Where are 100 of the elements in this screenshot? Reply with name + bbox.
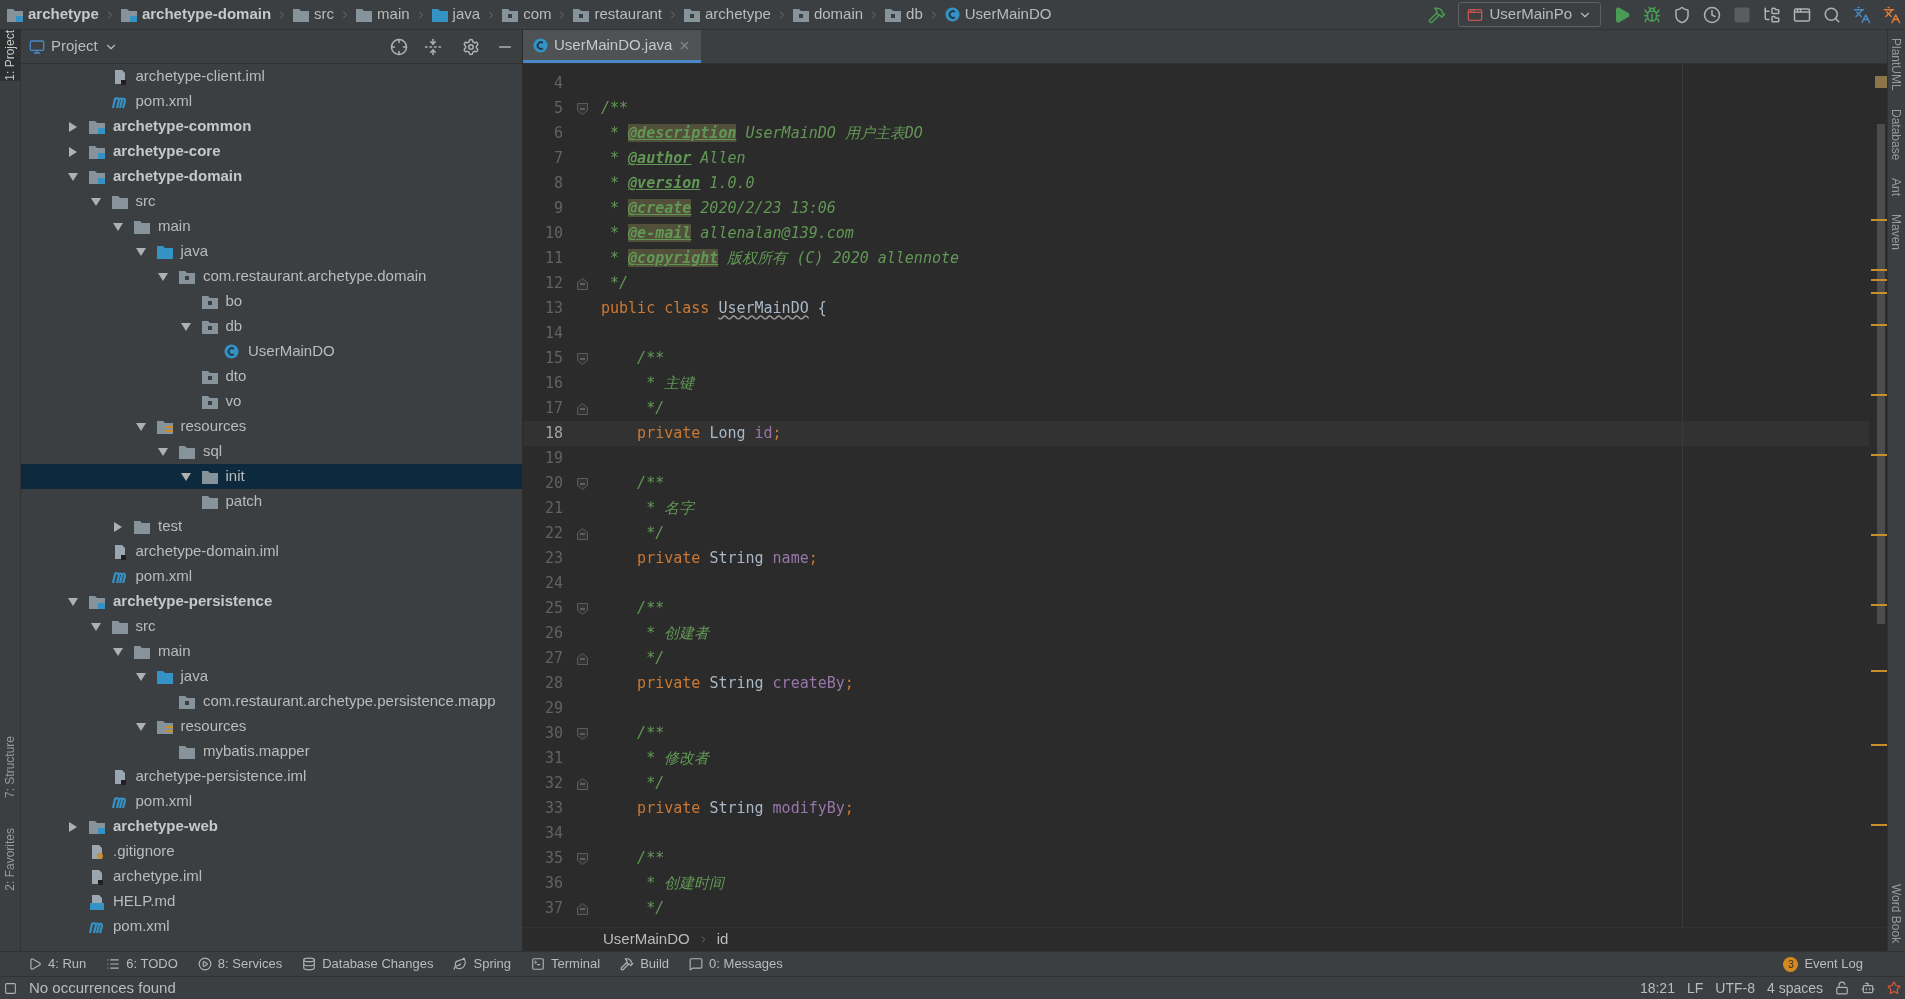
project-view-dropdown[interactable]: Project (51, 35, 118, 58)
tool-window-button[interactable]: 6: TODO (106, 954, 178, 974)
tree-item[interactable]: archetype-persistence.iml (21, 764, 522, 789)
collapse-arrow-icon[interactable] (157, 270, 169, 283)
bug-icon[interactable] (1643, 5, 1661, 24)
panel-toggle-icon[interactable] (4, 981, 17, 995)
expand-arrow-icon[interactable] (67, 120, 79, 133)
tree-item[interactable]: archetype.iml (21, 864, 522, 889)
fold-marker-icon[interactable] (576, 852, 588, 865)
fold-marker-icon[interactable] (576, 102, 588, 115)
lock-icon[interactable] (1835, 981, 1849, 995)
collapse-arrow-icon[interactable] (89, 620, 102, 633)
collapse-arrow-icon[interactable] (134, 420, 147, 433)
tree-item[interactable]: archetype-web (21, 814, 522, 839)
tool-window-tab[interactable]: PlantUML (1888, 38, 1905, 91)
breadcrumb[interactable]: UserMainDO (941, 3, 1055, 26)
tree-item[interactable]: init (21, 464, 522, 489)
breadcrumb[interactable]: archetype (681, 3, 774, 26)
code-breadcrumb[interactable]: UserMainDO (603, 928, 690, 951)
folder-tree-icon[interactable] (1763, 5, 1781, 24)
run-icon[interactable] (1613, 5, 1631, 24)
tree-item[interactable]: pom.xml (21, 914, 522, 939)
collapse-arrow-icon[interactable] (179, 320, 192, 333)
status-item[interactable]: 18:21 (1639, 977, 1675, 999)
collapse-arrow-icon[interactable] (67, 595, 79, 608)
tree-item[interactable]: archetype-domain (21, 164, 522, 189)
tree-item[interactable]: .gitignore (21, 839, 522, 864)
tree-item[interactable]: archetype-persistence (21, 589, 522, 614)
expand-arrow-icon[interactable] (67, 820, 79, 833)
window-icon[interactable] (1793, 5, 1811, 24)
tree-item[interactable]: com.restaurant.archetype.persistence.mapp (21, 689, 522, 714)
tree-item[interactable]: resources (21, 414, 522, 439)
tree-item[interactable]: com.restaurant.archetype.domain (21, 264, 522, 289)
collapse-arrow-icon[interactable] (134, 670, 147, 683)
tool-window-button[interactable]: Database Changes (302, 954, 434, 974)
tree-item[interactable]: test (21, 514, 522, 539)
event-log-button[interactable]: 3 Event Log (1783, 954, 1863, 974)
tree-item[interactable]: archetype-client.iml (21, 64, 522, 89)
robot-icon[interactable] (1861, 981, 1875, 995)
expand-arrow-icon[interactable] (67, 145, 79, 158)
tool-window-button[interactable]: 0: Messages (689, 954, 783, 974)
tree-item[interactable]: patch (21, 489, 522, 514)
tree-item[interactable]: archetype-domain.iml (21, 539, 522, 564)
breadcrumb[interactable]: db (882, 3, 926, 26)
tree-item[interactable]: resources (21, 714, 522, 739)
collapse-arrow-icon[interactable] (89, 195, 102, 208)
search-icon[interactable] (1823, 5, 1841, 24)
collapse-arrow-icon[interactable] (179, 470, 192, 483)
tool-window-tab[interactable]: Database (1888, 108, 1905, 161)
fold-marker-icon[interactable] (576, 527, 588, 540)
tree-item[interactable]: main (21, 639, 522, 664)
fold-marker-icon[interactable] (576, 402, 588, 415)
fold-marker-icon[interactable] (576, 652, 588, 665)
translate-icon[interactable] (1883, 5, 1901, 24)
tree-item[interactable]: archetype-core (21, 139, 522, 164)
tool-window-button[interactable]: 8: Services (197, 954, 283, 974)
tool-window-button[interactable]: 4: Run (28, 954, 87, 974)
fold-marker-icon[interactable] (576, 477, 588, 490)
expand-arrow-icon[interactable] (112, 520, 124, 533)
breadcrumb[interactable]: domain (789, 3, 867, 26)
breadcrumb[interactable]: archetype (4, 3, 102, 26)
tree-item[interactable]: vo (21, 389, 522, 414)
tool-window-tab[interactable]: Maven (1888, 214, 1905, 251)
breadcrumb[interactable]: java (428, 3, 484, 26)
collapse-arrow-icon[interactable] (112, 220, 124, 233)
collapse-arrow-icon[interactable] (67, 170, 79, 183)
fold-marker-icon[interactable] (576, 352, 588, 365)
tree-item[interactable]: sql (21, 439, 522, 464)
tool-window-button[interactable]: Spring (453, 954, 512, 974)
breadcrumb[interactable]: main (353, 3, 413, 26)
tree-item[interactable]: dto (21, 364, 522, 389)
clock-icon[interactable] (1703, 5, 1721, 24)
tree-item[interactable]: java (21, 239, 522, 264)
tool-window-tab[interactable]: Ant (1888, 178, 1905, 197)
fold-marker-icon[interactable] (576, 777, 588, 790)
translate-icon[interactable] (1853, 5, 1871, 24)
code-breadcrumb[interactable]: id (716, 928, 729, 951)
collapse-arrow-icon[interactable] (112, 645, 124, 658)
tree-item[interactable]: src (21, 189, 522, 214)
shield-icon[interactable] (1673, 5, 1691, 24)
tool-window-tab[interactable]: 2: Favorites (0, 828, 20, 891)
tree-item[interactable]: pom.xml (21, 564, 522, 589)
fold-marker-icon[interactable] (576, 727, 588, 740)
status-item[interactable]: UTF-8 (1715, 977, 1755, 999)
tree-item[interactable]: db (21, 314, 522, 339)
tree-item[interactable]: pom.xml (21, 789, 522, 814)
breadcrumb[interactable]: restaurant (570, 3, 665, 26)
fold-marker-icon[interactable] (576, 902, 588, 915)
tree-item[interactable]: mybatis.mapper (21, 739, 522, 764)
breadcrumb[interactable]: com (499, 3, 555, 26)
breadcrumb[interactable]: archetype-domain (117, 3, 275, 26)
star-icon[interactable] (1887, 981, 1901, 995)
tree-item[interactable]: java (21, 664, 522, 689)
tree-item[interactable]: bo (21, 289, 522, 314)
tool-window-button[interactable]: Terminal (531, 954, 601, 974)
breadcrumb[interactable]: src (290, 3, 338, 26)
build-icon[interactable] (1428, 5, 1447, 24)
fold-marker-icon[interactable] (576, 602, 588, 615)
collapse-all-icon[interactable] (424, 37, 442, 56)
tree-item[interactable]: src (21, 614, 522, 639)
